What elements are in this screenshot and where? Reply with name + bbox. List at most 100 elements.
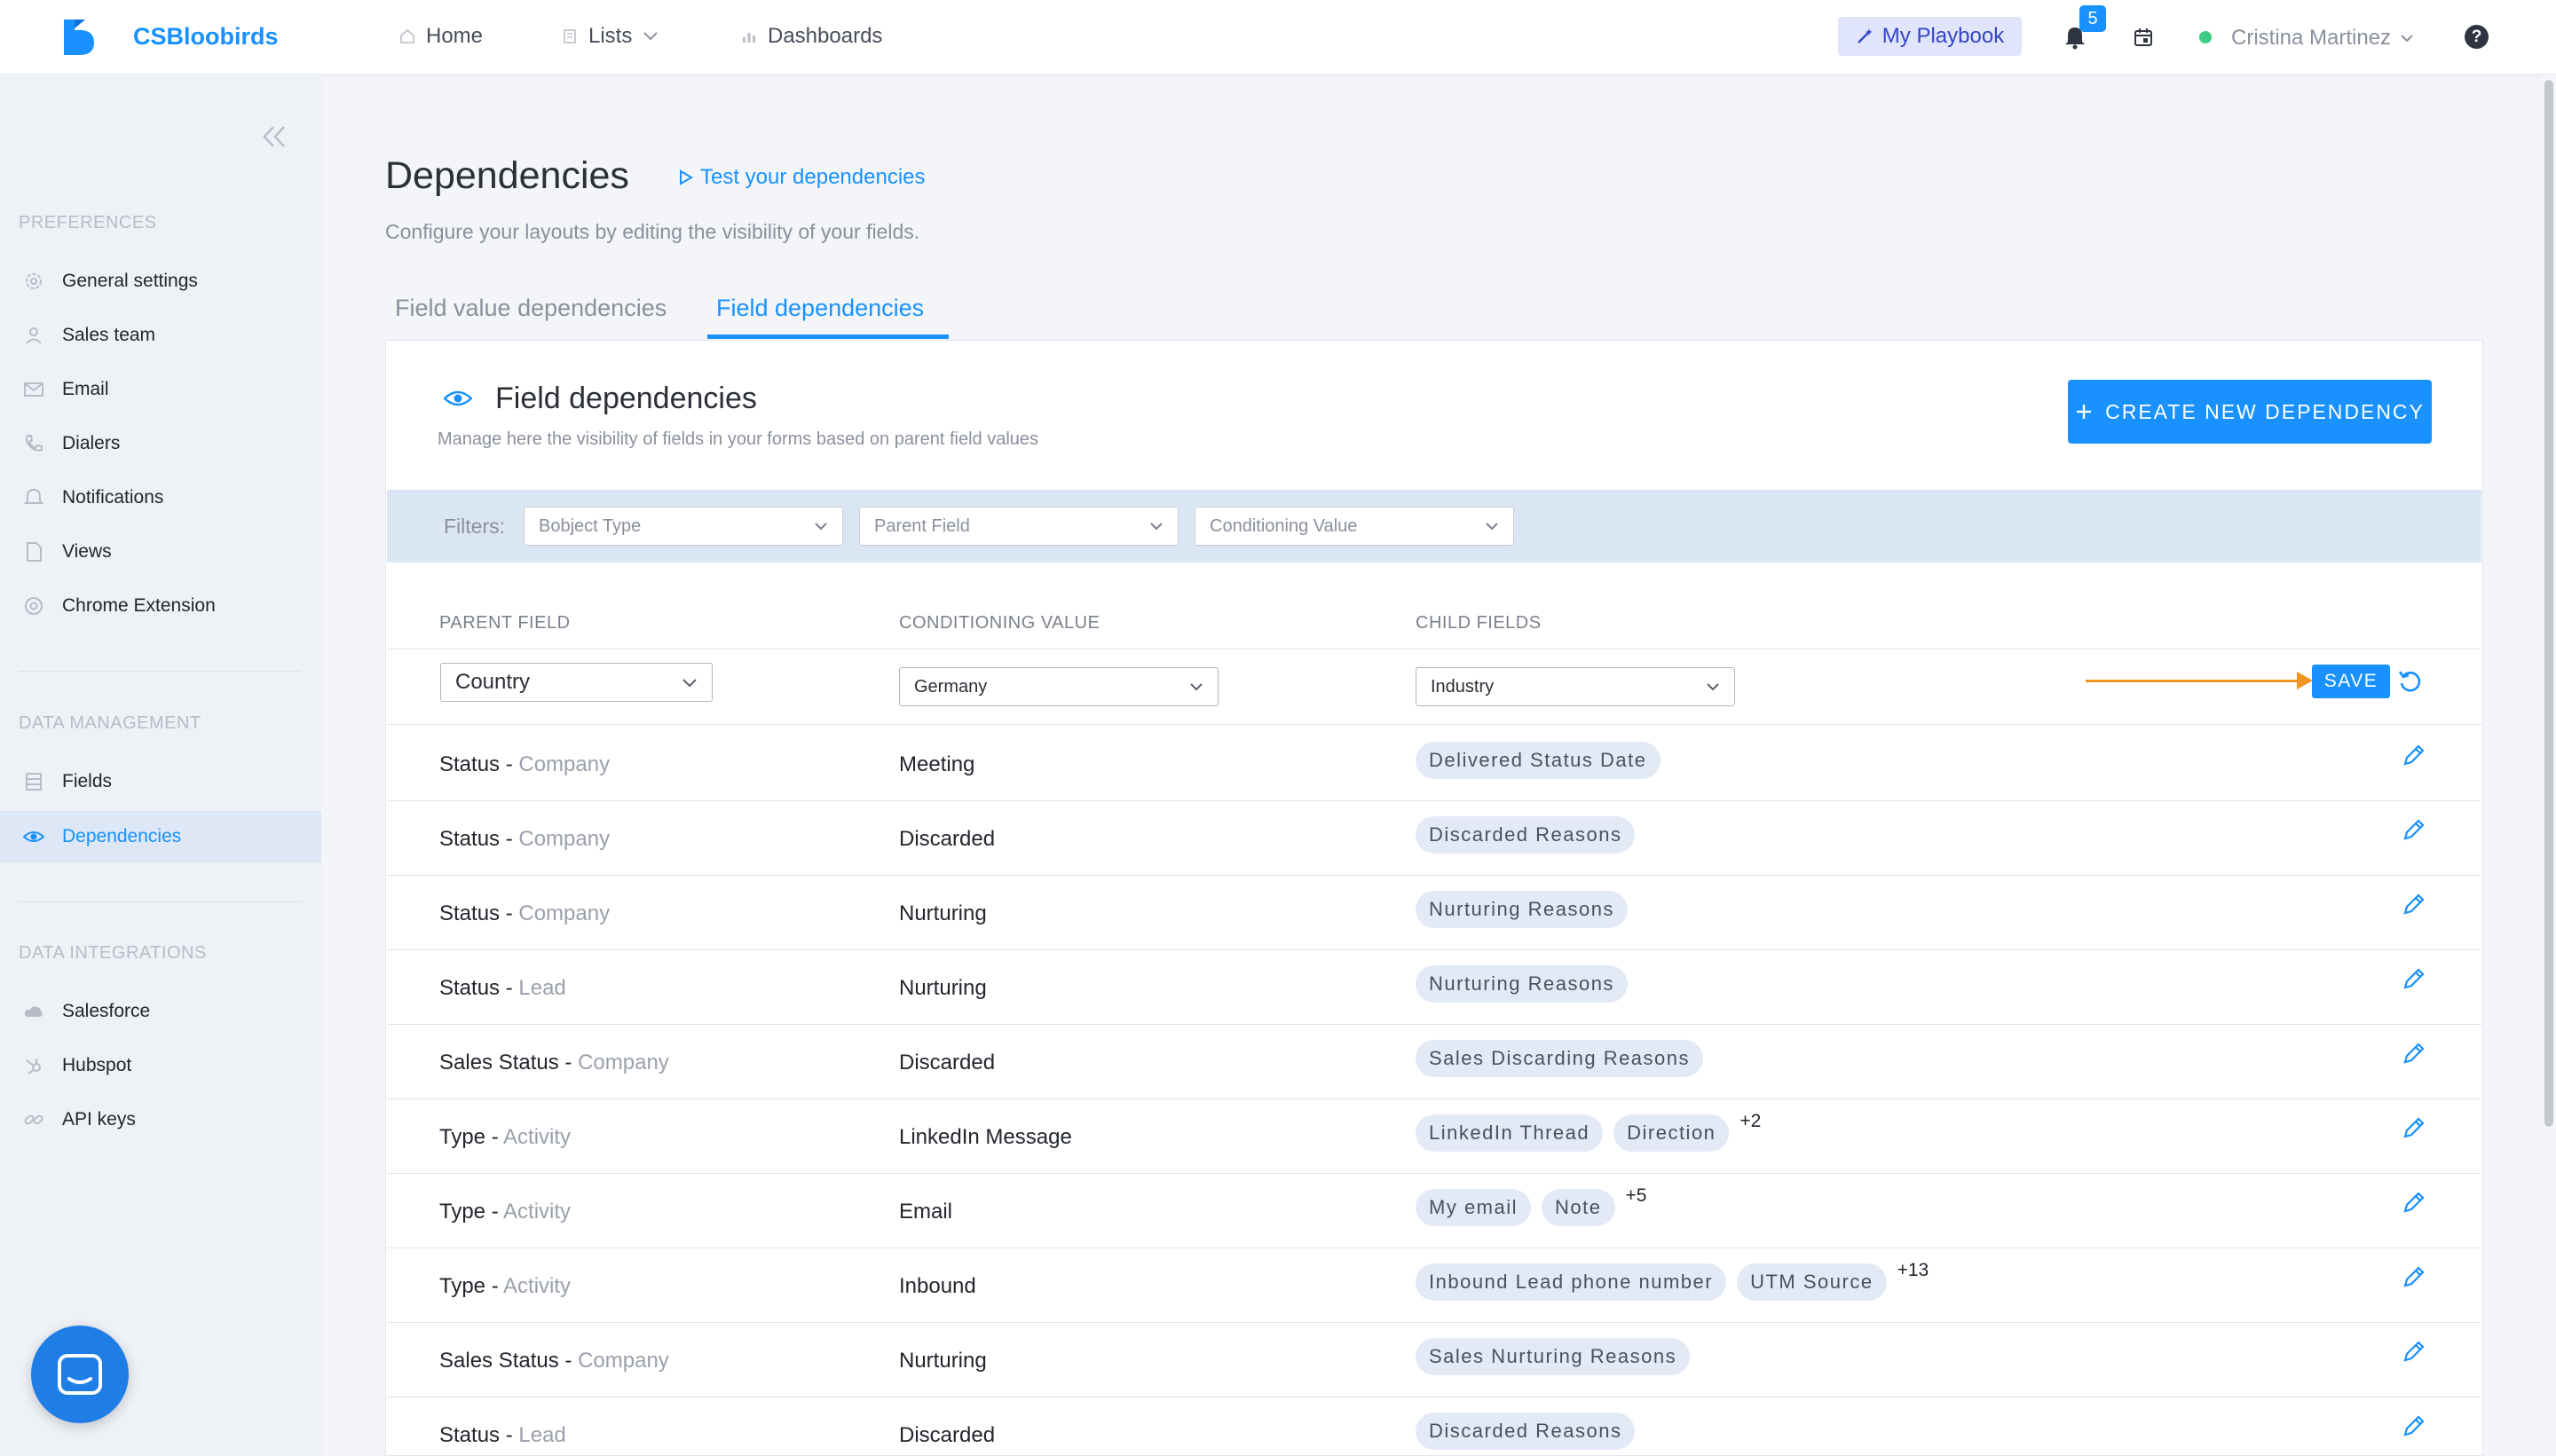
sidebar-item-sales-team[interactable]: Sales team <box>0 310 321 361</box>
child-fields-value: Industry <box>1431 676 1495 697</box>
filter-conditioning-value[interactable]: Conditioning Value <box>1195 507 1514 546</box>
test-dependencies-link[interactable]: Test your dependencies <box>679 165 926 190</box>
sidebar-item-hubspot[interactable]: Hubspot <box>0 1040 321 1091</box>
nav-home-label: Home <box>426 24 484 48</box>
parent-field-cell: Sales Status - Company <box>439 1349 669 1373</box>
save-button[interactable]: SAVE <box>2312 665 2390 698</box>
sidebar-item-fields[interactable]: Fields <box>0 756 321 807</box>
sidebar-item-label: Hubspot <box>62 1055 132 1075</box>
parent-field-name: Type <box>439 1200 486 1224</box>
child-field-chip: Sales Nurturing Reasons <box>1416 1338 1691 1375</box>
online-status-dot <box>2199 31 2212 43</box>
edit-icon[interactable] <box>2401 965 2427 992</box>
sidebar-item-chrome-extension[interactable]: Chrome Extension <box>0 580 321 632</box>
table-row: Sales Status - Company Discarded Sales D… <box>387 1024 2481 1098</box>
conditioning-value-select[interactable]: Germany <box>899 667 1219 706</box>
filter-bobject-type-placeholder: Bobject Type <box>539 516 642 536</box>
filter-conditioning-value-placeholder: Conditioning Value <box>1210 516 1358 536</box>
more-count[interactable]: +13 <box>1897 1260 1929 1281</box>
parent-field-object: Activity <box>503 1200 572 1224</box>
sidebar-item-views[interactable]: Views <box>0 526 321 578</box>
fields-icon <box>26 773 42 791</box>
edit-icon[interactable] <box>2401 1114 2427 1141</box>
edit-icon[interactable] <box>2401 742 2427 768</box>
chat-icon <box>58 1354 102 1395</box>
child-field-chip: Discarded Reasons <box>1416 816 1636 854</box>
plus-icon <box>2077 405 2092 419</box>
user-menu[interactable]: Cristina Martinez <box>2231 26 2414 51</box>
more-count[interactable]: +5 <box>1626 1185 1647 1207</box>
brand-name[interactable]: CSBloobirds <box>133 23 279 51</box>
my-playbook-button[interactable]: My Playbook <box>1838 17 2022 56</box>
calendar-icon[interactable] <box>2133 27 2154 48</box>
conditioning-value-value: Germany <box>914 676 988 697</box>
page-subtitle: Configure your layouts by editing the vi… <box>385 220 920 243</box>
brand-logo-icon[interactable] <box>62 18 98 57</box>
edit-icon[interactable] <box>2401 1189 2427 1216</box>
sidebar-item-dialers[interactable]: Dialers <box>0 418 321 469</box>
conditioning-value-cell: Discarded <box>899 827 996 851</box>
gear-icon <box>26 273 42 289</box>
help-icon[interactable]: ? <box>2465 25 2489 49</box>
filter-parent-field[interactable]: Parent Field <box>859 507 1179 546</box>
sidebar-item-label: API keys <box>62 1109 136 1129</box>
section-data-integrations: DATA INTEGRATIONS <box>19 943 207 963</box>
sidebar-item-label: Chrome Extension <box>62 595 216 616</box>
parent-field-value: Country <box>455 670 531 694</box>
nav-home[interactable]: Home <box>399 24 483 49</box>
edit-icon[interactable] <box>2401 1263 2427 1290</box>
parent-field-select[interactable]: Country <box>440 663 713 702</box>
tab-field-value-dependencies[interactable]: Field value dependencies <box>395 295 667 322</box>
user-name-label: Cristina Martinez <box>2231 26 2392 50</box>
scrollbar-thumb[interactable] <box>2544 80 2553 1127</box>
edit-icon[interactable] <box>2401 816 2427 843</box>
child-field-chip: Sales Discarding Reasons <box>1416 1040 1704 1077</box>
sidebar-item-label: Dialers <box>62 433 121 453</box>
conditioning-value-cell: Inbound <box>899 1274 976 1298</box>
chat-launcher[interactable] <box>31 1326 129 1423</box>
child-field-chip: Discarded Reasons <box>1416 1413 1636 1450</box>
child-fields-cell: Nurturing Reasons <box>1416 891 1628 928</box>
test-dependencies-label: Test your dependencies <box>700 165 926 189</box>
card-title: Field dependencies <box>495 382 757 415</box>
tab-field-dependencies[interactable]: Field dependencies <box>716 295 924 322</box>
sidebar-item-salesforce[interactable]: Salesforce <box>0 986 321 1037</box>
edit-icon[interactable] <box>2401 1338 2427 1365</box>
more-count[interactable]: +2 <box>1740 1111 1761 1132</box>
child-fields-select[interactable]: Industry <box>1416 667 1735 706</box>
sidebar-item-api-keys[interactable]: API keys <box>0 1094 321 1145</box>
undo-icon[interactable] <box>2397 668 2424 695</box>
child-fields-cell: LinkedIn Thread Direction +2 <box>1416 1111 1761 1152</box>
sidebar-item-dependencies[interactable]: Dependencies <box>0 811 321 862</box>
edit-icon[interactable] <box>2401 1040 2427 1066</box>
chrome-icon <box>25 597 43 615</box>
parent-field-name: Status <box>439 976 501 1000</box>
nav-dashboards[interactable]: Dashboards <box>741 24 882 49</box>
child-fields-cell: Discarded Reasons <box>1416 816 1636 854</box>
edit-icon[interactable] <box>2401 891 2427 917</box>
child-field-chip: Nurturing Reasons <box>1416 965 1628 1003</box>
column-header-child-fields: CHILD FIELDS <box>1416 613 1542 633</box>
table-row: Status - Company Meeting Delivered Statu… <box>387 726 2481 800</box>
nav-lists-label: Lists <box>588 24 633 48</box>
sidebar-item-email[interactable]: Email <box>0 364 321 415</box>
parent-field-cell: Type - Activity <box>439 1200 572 1224</box>
child-field-chip: LinkedIn Thread <box>1416 1114 1604 1152</box>
chevron-down-icon <box>1150 523 1163 531</box>
nav-lists[interactable]: Lists <box>562 24 659 49</box>
table-row: Status - Lead Discarded Discarded Reason… <box>387 1397 2481 1456</box>
file-icon <box>27 542 42 562</box>
sidebar-item-label: Sales team <box>62 325 156 345</box>
child-fields-cell: Sales Discarding Reasons <box>1416 1040 1704 1077</box>
create-new-dependency-button[interactable]: CREATE NEW DEPENDENCY <box>2068 380 2432 444</box>
edit-icon[interactable] <box>2401 1413 2427 1439</box>
sidebar-item-notifications[interactable]: Notifications <box>0 472 321 523</box>
sidebar-divider <box>19 671 301 672</box>
active-tab-indicator <box>707 334 949 339</box>
table-row: Sales Status - Company Nurturing Sales N… <box>387 1322 2481 1397</box>
sidebar-item-label: Fields <box>62 771 113 791</box>
filter-bobject-type[interactable]: Bobject Type <box>524 507 843 546</box>
sidebar-item-label: Views <box>62 541 112 562</box>
collapse-sidebar-icon[interactable] <box>259 123 291 150</box>
sidebar-item-general-settings[interactable]: General settings <box>0 256 321 307</box>
